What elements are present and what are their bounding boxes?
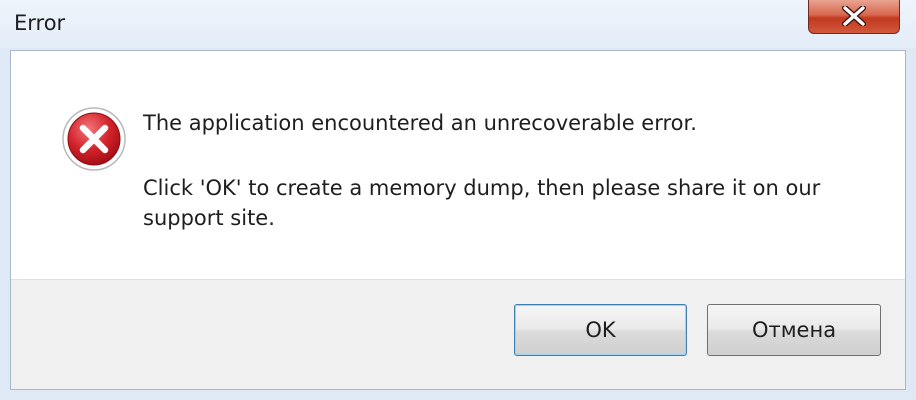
close-icon	[842, 6, 866, 26]
dialog-body: The application encountered an unrecover…	[10, 50, 906, 390]
error-message: The application encountered an unrecover…	[143, 111, 697, 135]
error-detail: Click 'OK' to create a memory dump, then…	[143, 176, 821, 230]
button-bar: OK Отмена	[11, 279, 905, 389]
message-area: The application encountered an unrecover…	[11, 51, 905, 279]
ok-button[interactable]: OK	[514, 304, 687, 356]
cancel-button[interactable]: Отмена	[707, 304, 881, 356]
close-button[interactable]	[808, 0, 900, 34]
title-bar: Error	[0, 0, 916, 48]
error-icon	[62, 107, 126, 171]
window-title: Error	[14, 11, 66, 35]
error-dialog: Error The application encountered an unr…	[0, 0, 916, 400]
